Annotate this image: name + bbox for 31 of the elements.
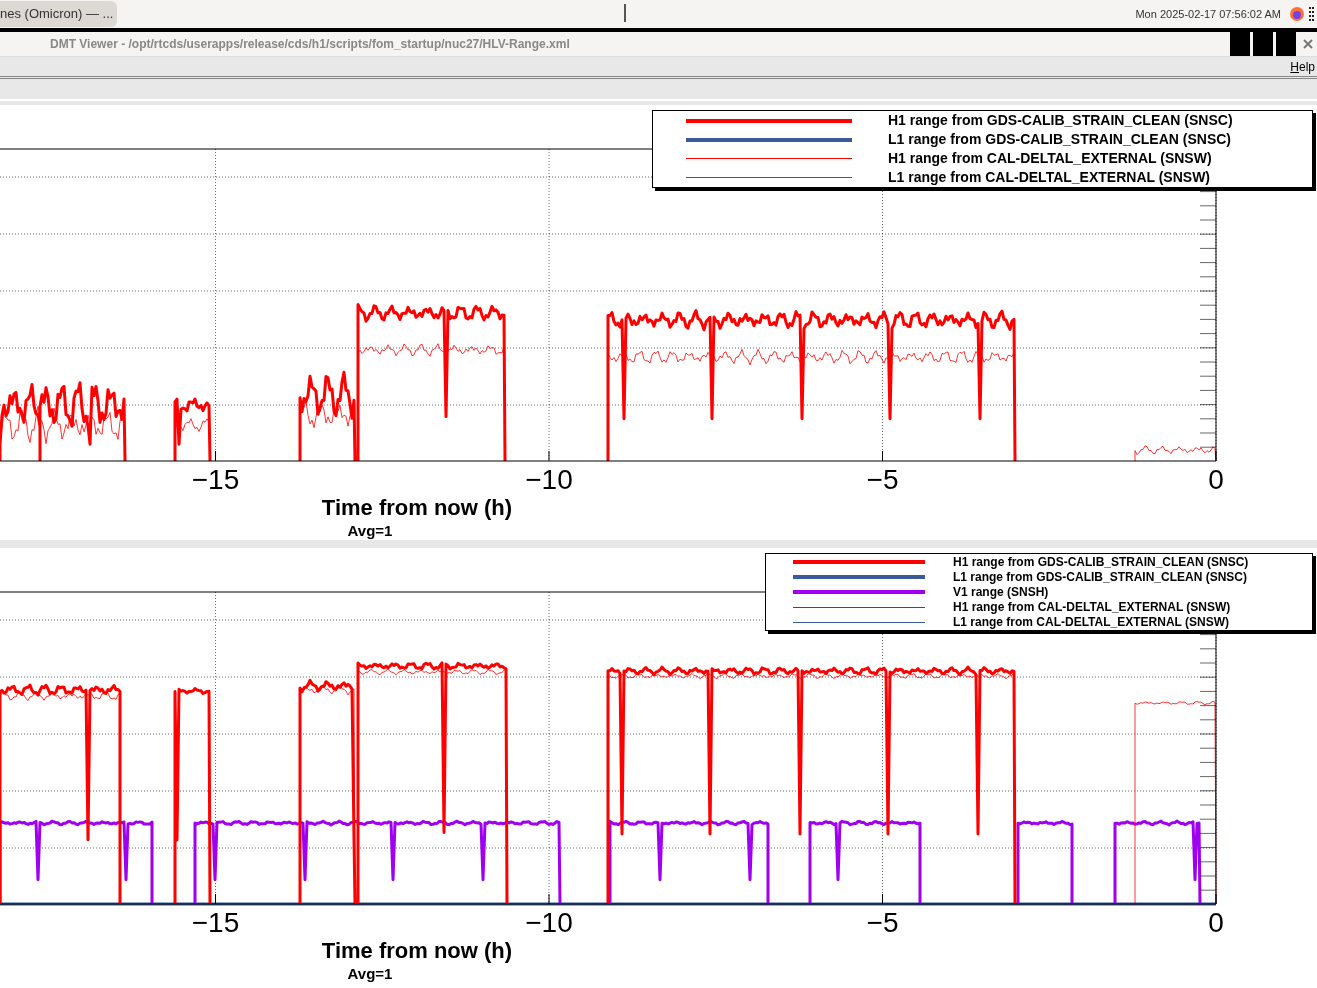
plot-note: Avg=1 <box>347 522 393 539</box>
axis-tick-label: −5 <box>866 907 899 938</box>
legend-label: L1 range from CAL-DELTAL_EXTERNAL (SNSW) <box>953 614 1229 631</box>
legend-label: H1 range from GDS-CALIB_STRAIN_CLEAN (SNSC) <box>888 111 1233 130</box>
clock: Mon 2025-02-17 07:56:02 AM <box>1135 6 1281 22</box>
legend-label: L1 range from GDS-CALIB_STRAIN_CLEAN (SNSC) <box>888 130 1232 149</box>
close-icon[interactable] <box>1302 38 1314 50</box>
browser-icon[interactable] <box>1289 6 1305 22</box>
legend-label: L1 range from CAL-DELTAL_EXTERNAL (SNSW) <box>888 168 1210 187</box>
plot-note: Avg=1 <box>347 965 393 982</box>
axis-tick-label: 0 <box>1208 907 1224 938</box>
legend-label: H1 range from GDS-CALIB_STRAIN_CLEAN (SNSC) <box>953 554 1249 571</box>
window-title: DMT Viewer - /opt/rtcds/userapps/release/cds/h1/scripts/fom_startup/nuc27/HLV-Range.xml <box>50 36 570 53</box>
axis-title: Time from now (h) <box>321 495 513 520</box>
legend-label: V1 range (SNSH) <box>953 584 1049 601</box>
legend-label: H1 range from CAL-DELTAL_EXTERNAL (SNSW) <box>953 599 1231 616</box>
window-button[interactable] <box>1253 32 1273 56</box>
menu-item[interactable]: Help <box>1288 57 1317 76</box>
axis-tick-label: −10 <box>525 464 573 495</box>
axis-title: Time from now (h) <box>321 938 513 963</box>
axis-tick-label: −5 <box>866 464 899 495</box>
window-button[interactable] <box>1276 32 1296 56</box>
grip-icon[interactable] <box>1309 6 1315 22</box>
axis-tick-label: −10 <box>525 907 573 938</box>
window-button[interactable] <box>1230 32 1250 56</box>
axis-tick-label: 0 <box>1208 464 1224 495</box>
axis-tick-label: −15 <box>191 907 240 938</box>
legend-label: L1 range from GDS-CALIB_STRAIN_CLEAN (SNSC) <box>953 569 1248 586</box>
axis-tick-label: −15 <box>191 464 240 495</box>
legend-label: H1 range from CAL-DELTAL_EXTERNAL (SNSW) <box>888 149 1212 168</box>
taskbar-window-tab[interactable]: nes (Omicron) — ... <box>0 1 117 27</box>
